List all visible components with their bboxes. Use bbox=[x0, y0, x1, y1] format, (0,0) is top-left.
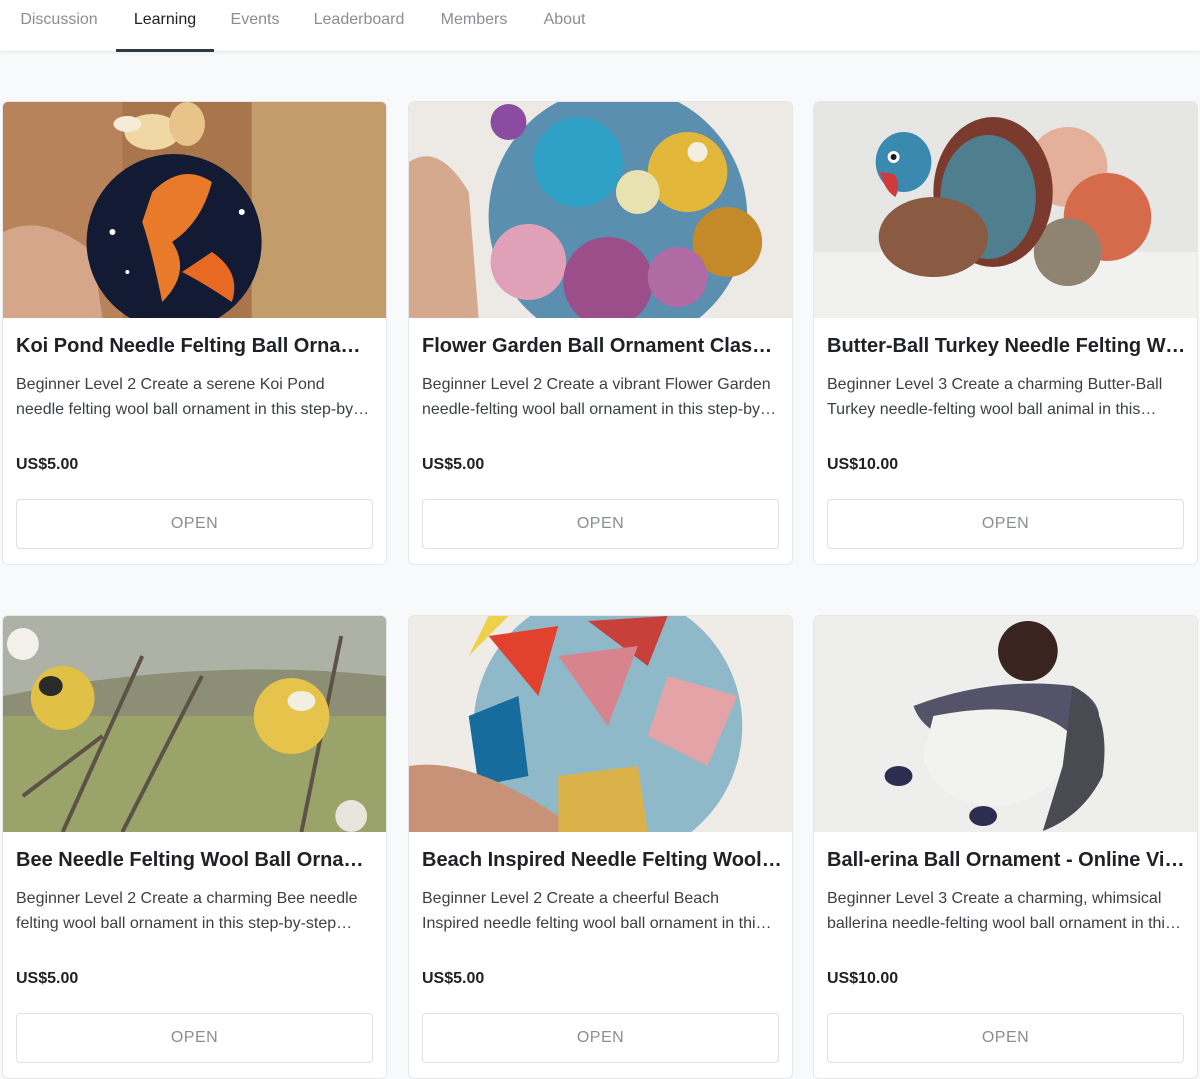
course-description: Beginner Level 2 Create a serene Koi Pon… bbox=[16, 376, 359, 418]
course-title[interactable]: Koi Pond Needle Felting Ball Ornament Cl… bbox=[16, 335, 376, 358]
course-price: US$5.00 bbox=[16, 456, 79, 473]
course-card[interactable]: Flower Garden Ball Ornament Class - Onli… bbox=[408, 101, 793, 565]
course-description: Beginner Level 3 Create a charming Butte… bbox=[827, 376, 1163, 418]
course-thumbnail[interactable] bbox=[409, 616, 792, 832]
open-course-button[interactable]: OPEN bbox=[827, 1013, 1184, 1063]
course-price: US$5.00 bbox=[422, 456, 485, 473]
tab-about[interactable]: About bbox=[542, 0, 587, 52]
course-price: US$5.00 bbox=[16, 970, 79, 987]
tab-discussion[interactable]: Discussion bbox=[18, 0, 100, 52]
course-thumbnail[interactable] bbox=[3, 102, 386, 318]
course-description: Beginner Level 2 Create a vibrant Flower… bbox=[422, 376, 771, 418]
course-card[interactable]: Bee Needle Felting Wool Ball Ornament Cl… bbox=[2, 615, 387, 1079]
course-title[interactable]: Butter-Ball Turkey Needle Felting Worksh… bbox=[827, 335, 1187, 358]
course-title[interactable]: Bee Needle Felting Wool Ball Ornament Cl… bbox=[16, 849, 376, 872]
tab-leaderboard[interactable]: Leaderboard bbox=[312, 0, 406, 52]
course-price: US$10.00 bbox=[827, 970, 899, 987]
course-description: Beginner Level 3 Create a charming, whim… bbox=[827, 890, 1173, 932]
course-title[interactable]: Beach Inspired Needle Felting Wool Ball … bbox=[422, 849, 782, 872]
tab-members[interactable]: Members bbox=[439, 0, 509, 52]
open-course-button[interactable]: OPEN bbox=[422, 1013, 779, 1063]
course-thumbnail[interactable] bbox=[814, 616, 1197, 832]
course-card[interactable]: Koi Pond Needle Felting Ball Ornament Cl… bbox=[2, 101, 387, 565]
tab-learning[interactable]: Learning bbox=[116, 0, 214, 52]
tab-events[interactable]: Events bbox=[230, 0, 280, 52]
course-thumbnail[interactable] bbox=[3, 616, 386, 832]
course-thumbnail[interactable] bbox=[814, 102, 1197, 318]
course-card[interactable]: Beach Inspired Needle Felting Wool Ball … bbox=[408, 615, 793, 1079]
tab-learning-label: Learning bbox=[133, 11, 197, 28]
course-description: Beginner Level 2 Create a charming Bee n… bbox=[16, 890, 358, 932]
course-title[interactable]: Flower Garden Ball Ornament Class - Onli… bbox=[422, 335, 782, 358]
course-card[interactable]: Butter-Ball Turkey Needle Felting Worksh… bbox=[813, 101, 1198, 565]
course-card[interactable]: Ball-erina Ball Ornament - Online Video … bbox=[813, 615, 1198, 1079]
open-course-button[interactable]: OPEN bbox=[16, 499, 373, 549]
active-tab-indicator bbox=[116, 49, 214, 52]
course-thumbnail[interactable] bbox=[409, 102, 792, 318]
course-price: US$10.00 bbox=[827, 456, 899, 473]
open-course-button[interactable]: OPEN bbox=[422, 499, 779, 549]
open-course-button[interactable]: OPEN bbox=[827, 499, 1184, 549]
course-price: US$5.00 bbox=[422, 970, 485, 987]
community-tab-bar: Discussion Learning Events Leaderboard M… bbox=[0, 0, 1200, 52]
course-title[interactable]: Ball-erina Ball Ornament - Online Video … bbox=[827, 849, 1187, 872]
course-description: Beginner Level 2 Create a cheerful Beach… bbox=[422, 890, 764, 932]
open-course-button[interactable]: OPEN bbox=[16, 1013, 373, 1063]
